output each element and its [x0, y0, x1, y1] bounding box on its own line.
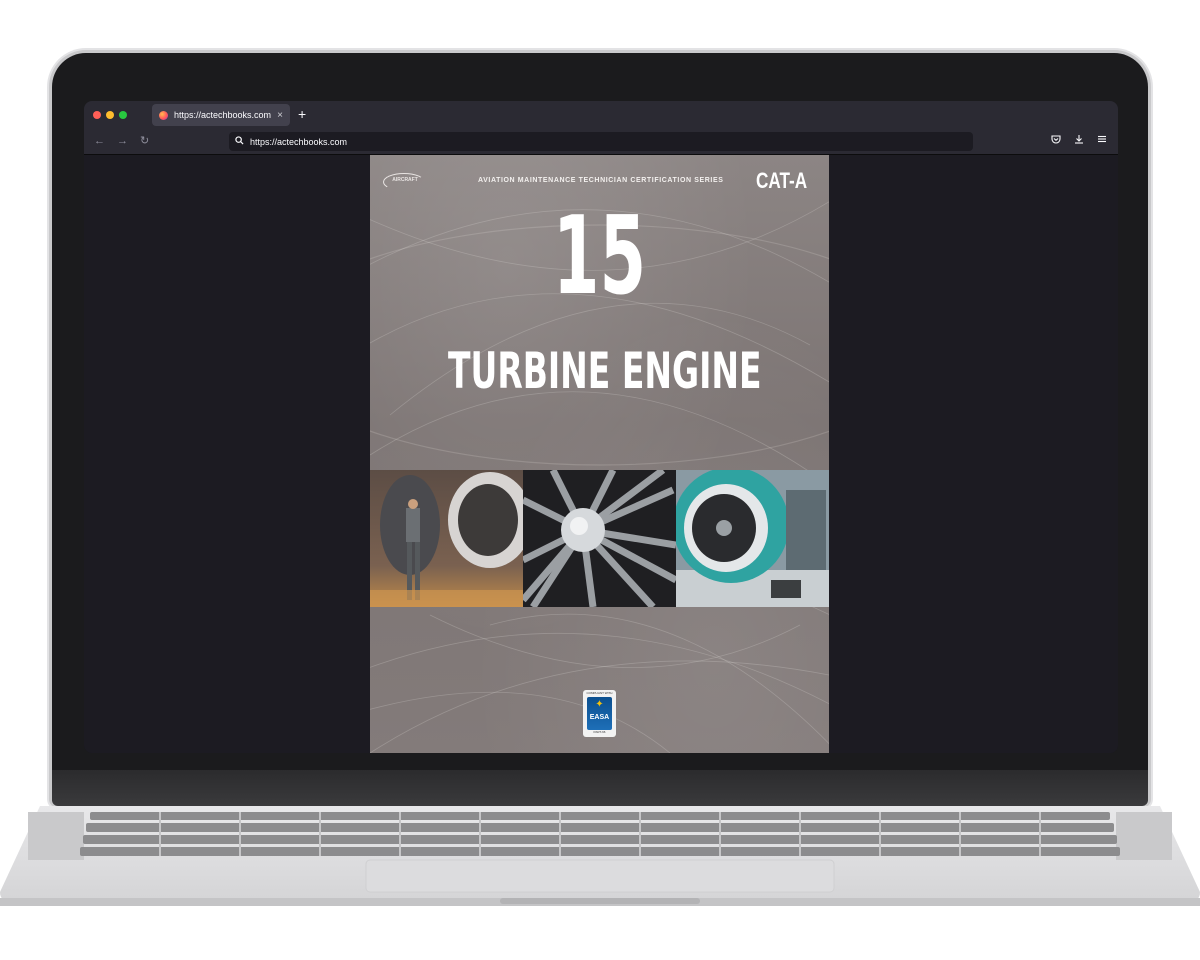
- reload-icon[interactable]: ↻: [140, 134, 149, 148]
- category-label: CAT-A: [756, 168, 808, 193]
- easa-bird-icon: ✦: [595, 699, 604, 710]
- menu-icon[interactable]: [1097, 134, 1107, 149]
- book-title: TURBINE ENGINE: [448, 342, 762, 400]
- laptop-base-keyboard: [0, 806, 1200, 906]
- technician-engine-photo: [370, 470, 523, 607]
- tab-close-icon[interactable]: ×: [277, 110, 283, 121]
- download-icon[interactable]: [1074, 134, 1084, 149]
- new-tab-button[interactable]: +: [298, 105, 306, 123]
- module-number: 15: [552, 194, 647, 319]
- search-icon: [235, 135, 244, 148]
- back-arrow-icon[interactable]: ←: [94, 134, 105, 148]
- engine-photo-strip: [370, 470, 829, 607]
- navigation-bar: ← → ↻ https://actechbooks.com: [84, 129, 1118, 155]
- firefox-favicon-icon: [159, 110, 168, 120]
- pocket-icon[interactable]: [1051, 134, 1061, 149]
- laptop-bezel-bottom: [52, 770, 1148, 806]
- url-bar[interactable]: https://actechbooks.com: [229, 132, 973, 151]
- teal-nacelle-photo: [676, 470, 829, 607]
- aircraft-technical-logo: AIRCRAFT: [383, 169, 425, 191]
- fan-blades-photo: [523, 470, 676, 607]
- browser-tab[interactable]: https://actechbooks.com ×: [152, 104, 290, 126]
- page-viewport: AIRCRAFT AVIATION MAINTENANCE TECHNICIAN…: [84, 155, 1118, 753]
- easa-compliance-badge: COMPLIANT WITH ✦ EASA PART-66: [583, 690, 616, 737]
- url-text: https://actechbooks.com: [250, 136, 348, 147]
- minimize-window-button[interactable]: [106, 111, 114, 119]
- forward-arrow-icon[interactable]: →: [117, 134, 128, 148]
- close-window-button[interactable]: [93, 111, 101, 119]
- browser-window: https://actechbooks.com × + ← → ↻ https:…: [84, 101, 1118, 753]
- book-cover: AIRCRAFT AVIATION MAINTENANCE TECHNICIAN…: [370, 155, 829, 753]
- series-title: AVIATION MAINTENANCE TECHNICIAN CERTIFIC…: [478, 177, 724, 184]
- zoom-window-button[interactable]: [119, 111, 127, 119]
- tab-bar: https://actechbooks.com × +: [84, 101, 1118, 129]
- tab-title: https://actechbooks.com: [174, 110, 272, 120]
